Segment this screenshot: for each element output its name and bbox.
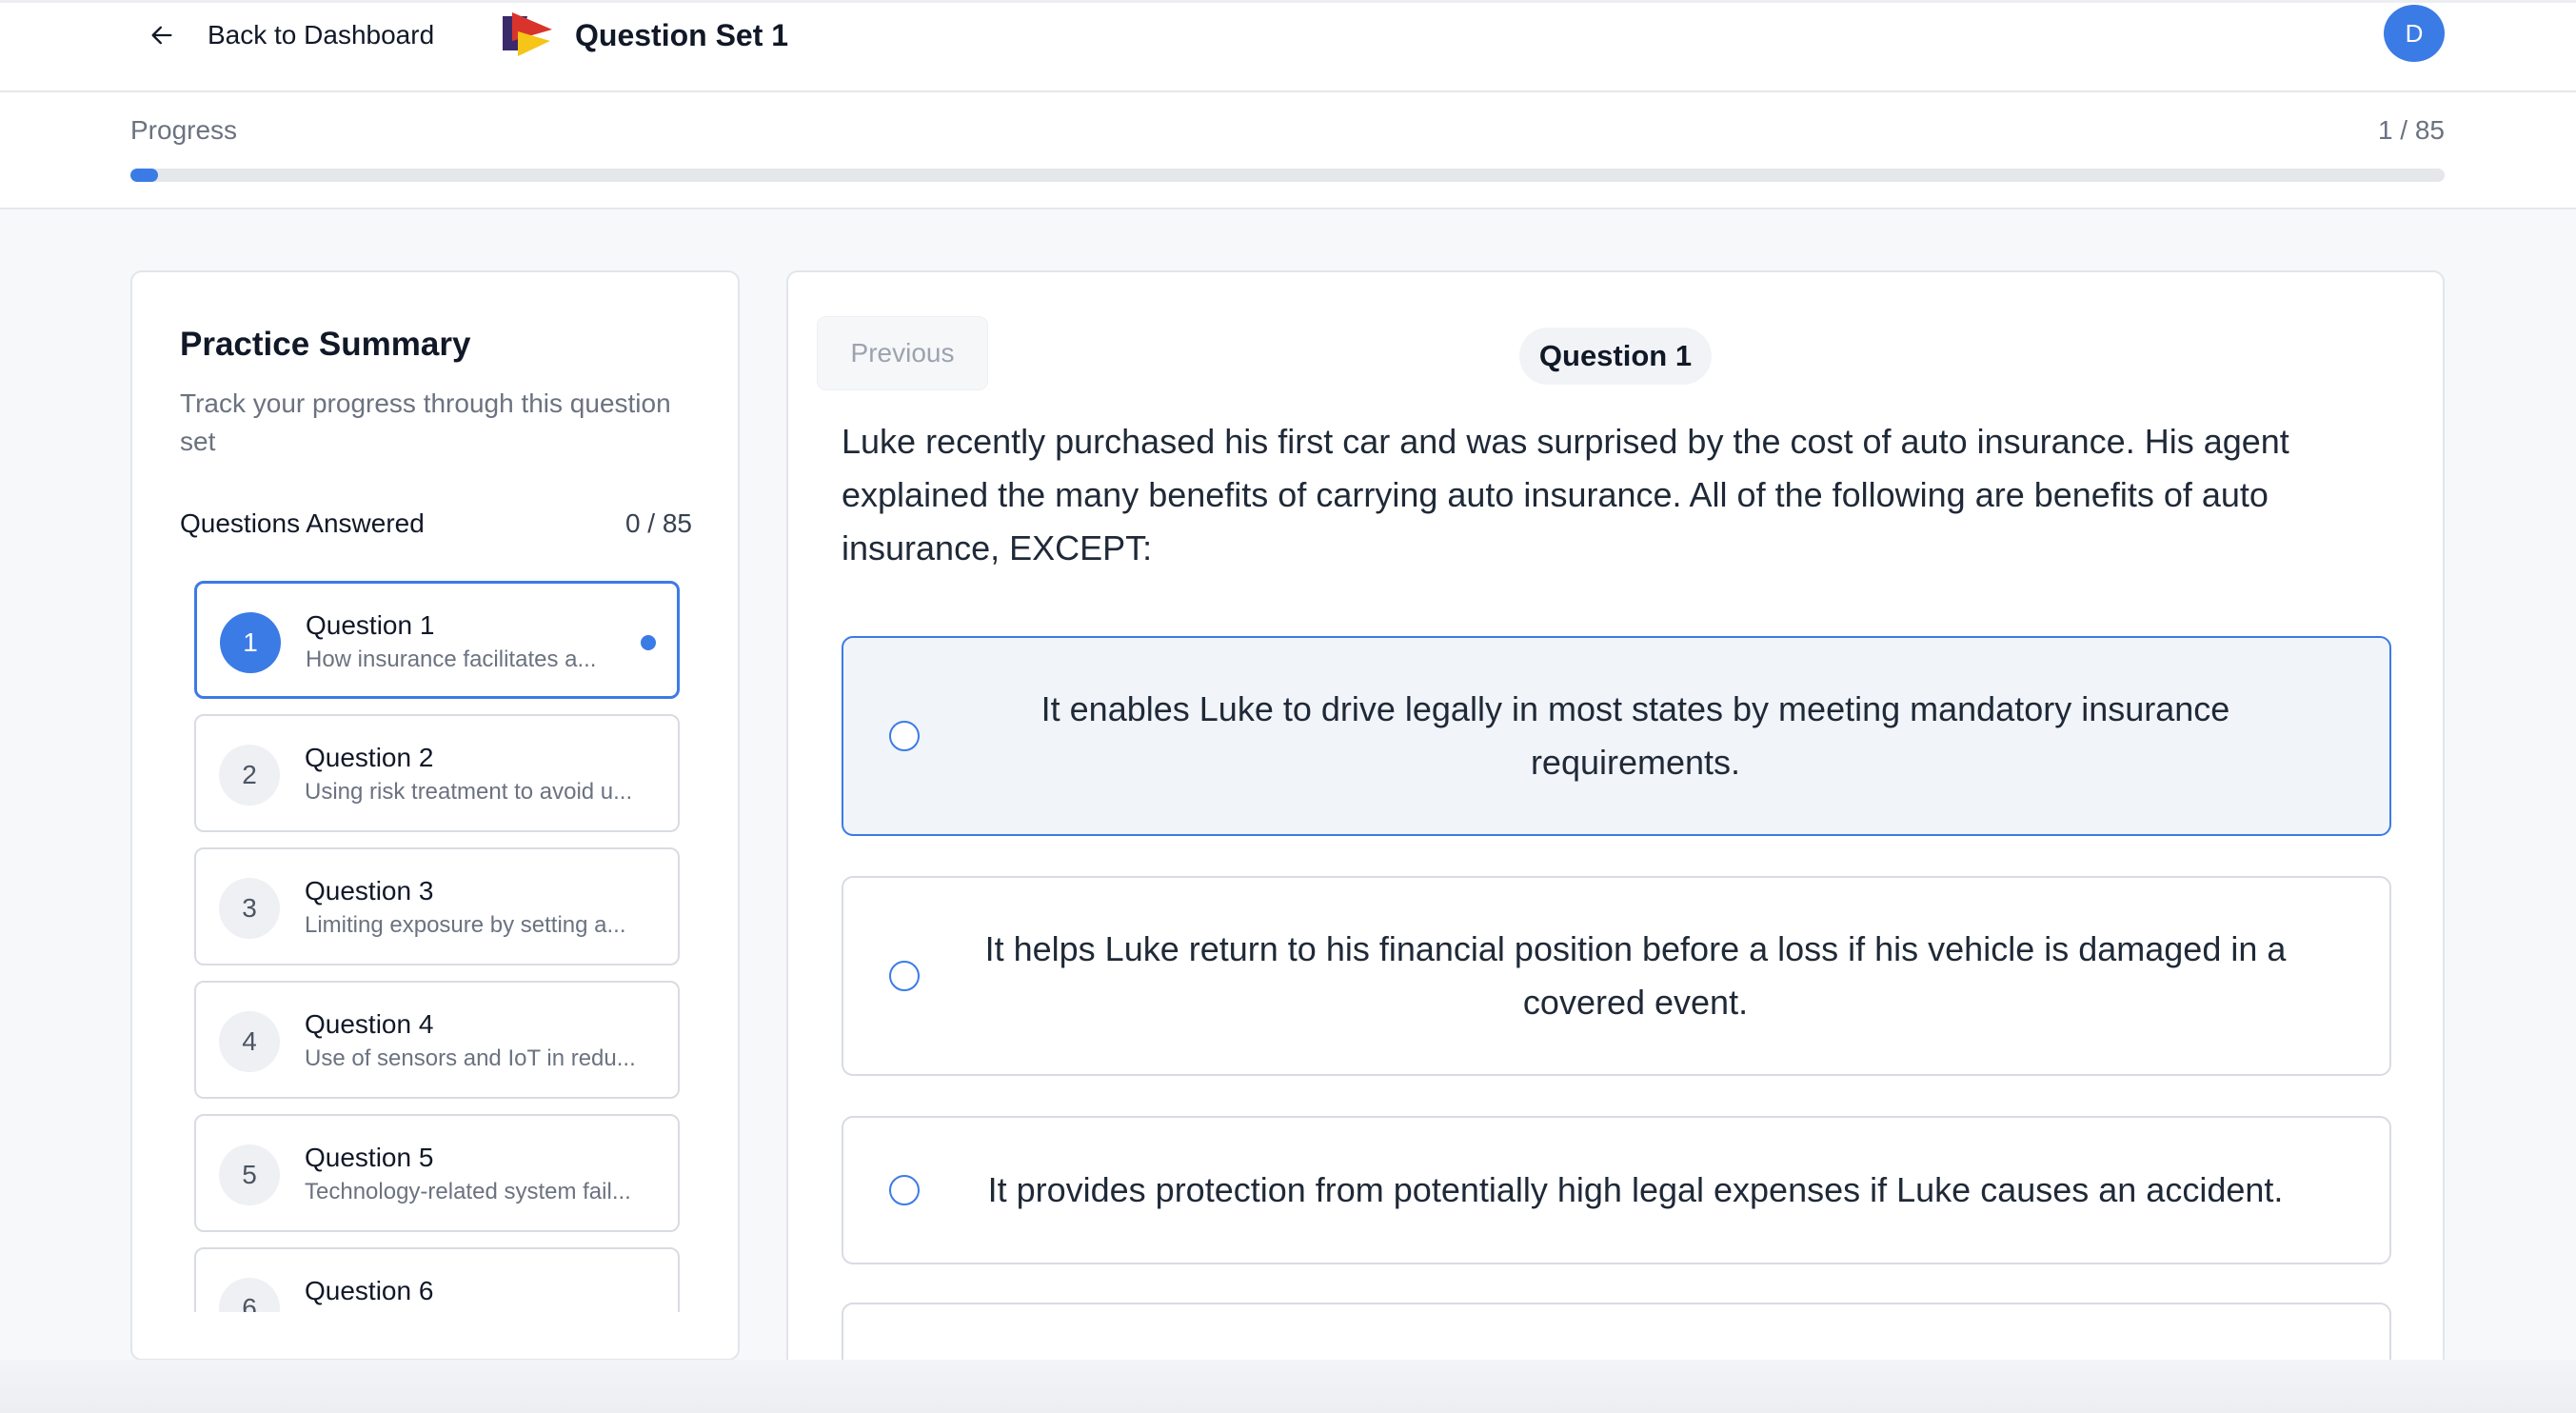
radio-button[interactable] [889, 961, 920, 991]
question-item-description: Limiting exposure by setting a... [305, 912, 626, 938]
question-number-badge: 3 [219, 878, 280, 939]
question-number-badge: 5 [219, 1144, 280, 1205]
questions-answered-label: Questions Answered [180, 508, 425, 538]
progress-label: Progress [130, 115, 238, 145]
progress-fill [130, 169, 159, 182]
question-number-badge: 2 [219, 745, 280, 806]
window-bottom-edge [0, 1360, 2576, 1413]
questions-answered-count: 0 / 85 [624, 508, 692, 538]
progress-section: Progress 1 / 85 [0, 92, 2576, 209]
question-set-title: Question Set 1 [575, 18, 789, 52]
question-list-item-4[interactable]: 4 Question 4 Use of sensors and IoT in r… [194, 981, 680, 1099]
top-header: Back to Dashboard Question Set 1 D [0, 0, 2576, 92]
radio-button[interactable] [889, 1175, 920, 1205]
answer-option-2[interactable]: It helps Luke return to his financial po… [842, 876, 2391, 1076]
question-item-description: How insurance facilitates a... [306, 647, 597, 672]
summary-subtitle: Track your progress through this questio… [180, 388, 671, 456]
question-item-title: Question 4 [305, 1009, 434, 1039]
question-item-title: Question 3 [305, 876, 434, 906]
question-number-badge: 1 [220, 612, 281, 673]
arrow-left-icon [151, 26, 172, 45]
question-item-title: Question 2 [305, 743, 434, 772]
question-item-title: Question 1 [306, 610, 435, 640]
answer-option-text: It helps Luke return to his financial po… [984, 929, 2287, 1022]
app-page: Back to Dashboard Question Set 1 D Progr… [0, 0, 2576, 1413]
answer-option-1[interactable]: It enables Luke to drive legally in most… [842, 636, 2391, 836]
question-panel: Previous Question 1 Luke recently purcha… [786, 270, 2445, 1413]
progress-count: 1 / 85 [2377, 115, 2445, 145]
answer-option-text: It enables Luke to drive legally in most… [1040, 689, 2230, 782]
current-question-dot-icon [641, 635, 656, 650]
previous-button[interactable]: Previous [817, 316, 988, 390]
brand-logo-icon [503, 12, 552, 56]
question-item-description: Using risk treatment to avoid u... [305, 779, 633, 805]
radio-button[interactable] [889, 721, 920, 751]
question-item-description: Technology-related system fail... [305, 1179, 631, 1204]
question-list-item-5[interactable]: 5 Question 5 Technology-related system f… [194, 1114, 680, 1232]
user-avatar[interactable]: D [2384, 5, 2445, 62]
back-label: Back to Dashboard [208, 20, 435, 50]
question-number-label: Question 1 [1519, 328, 1712, 385]
progress-track [130, 169, 2445, 182]
answer-option-text: It provides protection from potentially … [987, 1170, 2284, 1209]
question-item-title: Question 5 [305, 1143, 434, 1172]
practice-summary-panel: Practice Summary Track your progress thr… [130, 270, 740, 1361]
question-number-badge: 4 [219, 1011, 280, 1072]
question-stem: Luke recently purchased his first car an… [842, 422, 2289, 567]
question-list-item-3[interactable]: 3 Question 3 Limiting exposure by settin… [194, 847, 680, 965]
summary-title: Practice Summary [180, 326, 471, 363]
question-list-item-1[interactable]: 1 Question 1 How insurance facilitates a… [194, 581, 680, 699]
question-number-badge: 6 [219, 1278, 280, 1312]
back-to-dashboard-link[interactable]: Back to Dashboard [149, 12, 434, 58]
question-list-item-2[interactable]: 2 Question 2 Using risk treatment to avo… [194, 714, 680, 832]
answer-option-3[interactable]: It provides protection from potentially … [842, 1116, 2391, 1264]
question-list-item-6[interactable]: 6 Question 6 [194, 1247, 680, 1312]
question-item-description: Use of sensors and IoT in redu... [305, 1045, 636, 1071]
question-item-title: Question 6 [305, 1276, 434, 1305]
question-list[interactable]: 1 Question 1 How insurance facilitates a… [194, 581, 680, 1312]
